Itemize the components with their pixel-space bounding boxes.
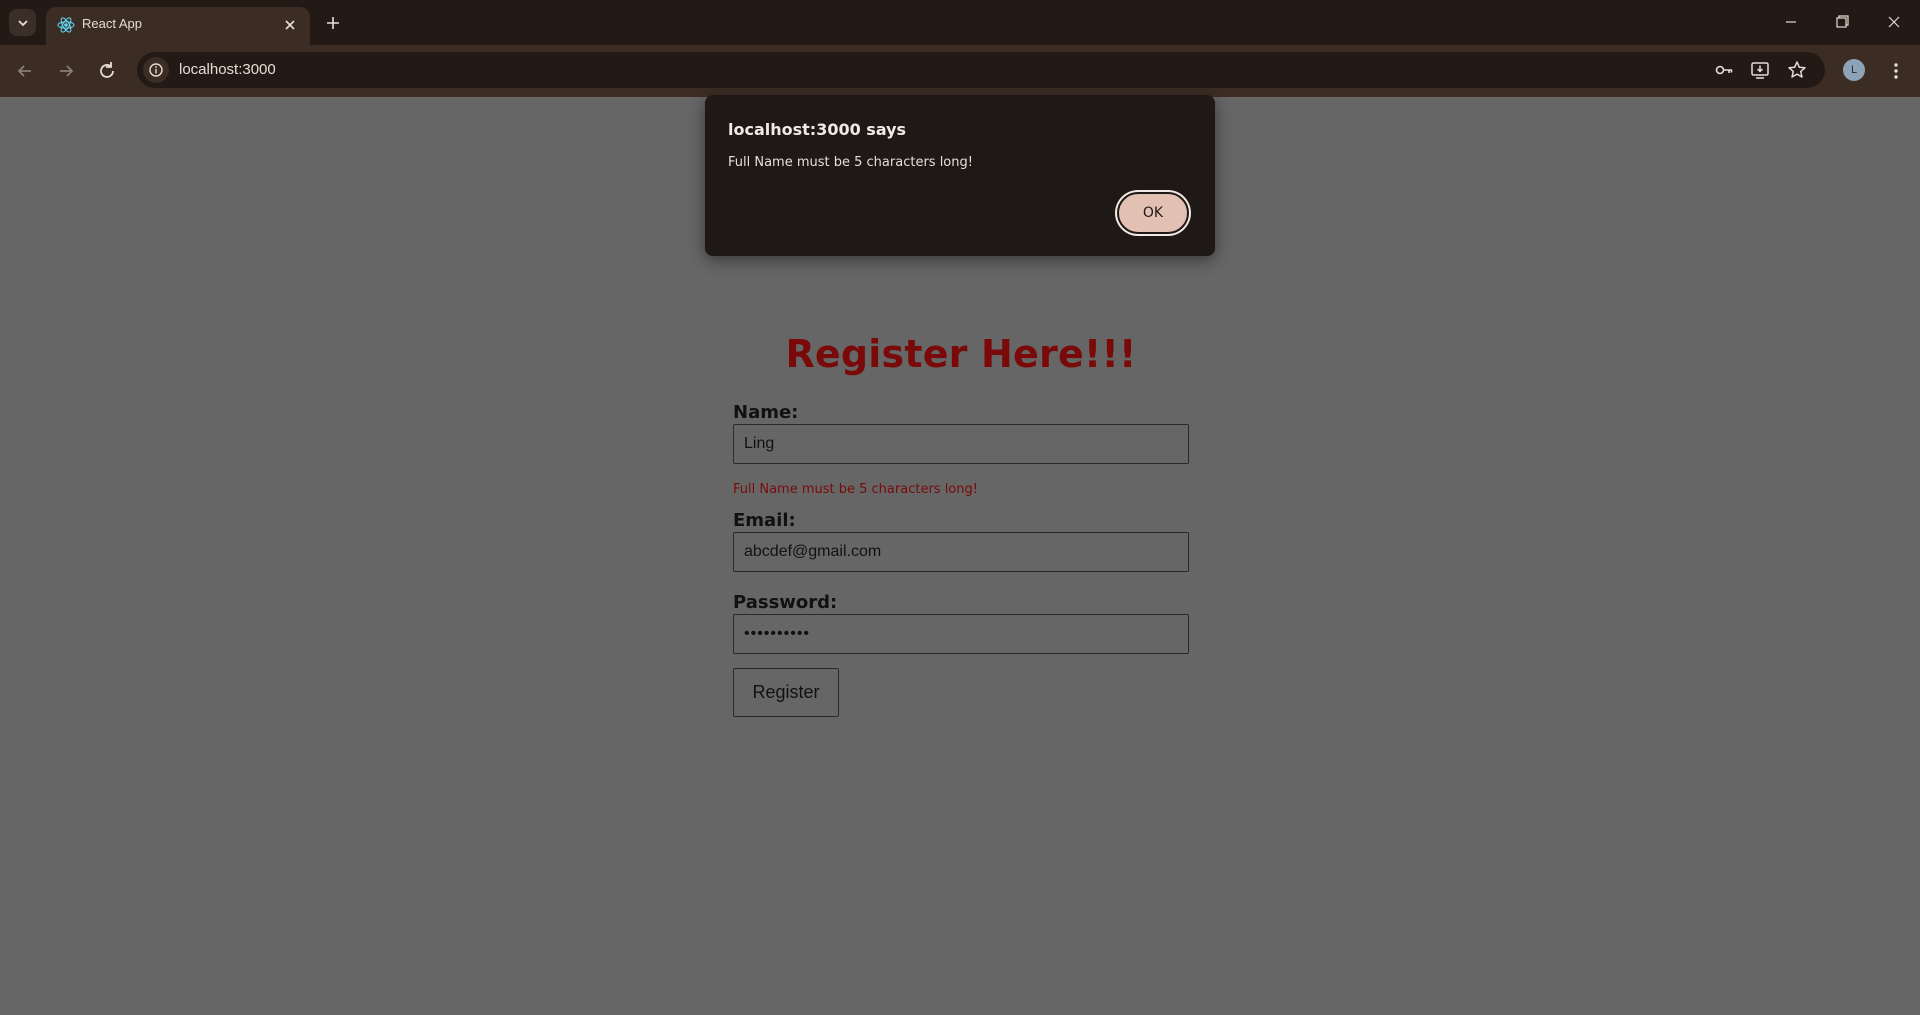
site-info-button[interactable]: [143, 57, 169, 83]
email-label: Email:: [733, 510, 796, 531]
dialog-title: localhost:3000 says: [728, 120, 907, 139]
page-title: Register Here!!!: [785, 332, 1137, 376]
arrow-left-icon[interactable]: [11, 57, 39, 85]
password-input[interactable]: [733, 614, 1189, 654]
password-label: Password:: [733, 592, 838, 613]
minimize-icon[interactable]: [1776, 8, 1806, 36]
arrow-right-icon[interactable]: [52, 57, 80, 85]
chevron-down-icon: [17, 19, 28, 26]
reload-icon[interactable]: [93, 57, 121, 85]
close-icon[interactable]: [280, 15, 300, 35]
name-error-message: Full Name must be 5 characters long!: [733, 482, 978, 497]
url-text[interactable]: localhost:3000: [179, 61, 276, 78]
tab-title: React App: [82, 16, 142, 31]
browser-toolbar: localhost:3000 L: [0, 45, 1920, 97]
star-icon[interactable]: [1786, 59, 1808, 81]
alert-dialog: localhost:3000 says Full Name must be 5 …: [705, 95, 1215, 256]
browser-tab[interactable]: React App: [46, 7, 310, 45]
key-icon[interactable]: [1713, 59, 1735, 81]
dialog-message: Full Name must be 5 characters long!: [728, 155, 973, 170]
plus-icon[interactable]: [320, 10, 346, 36]
install-app-icon[interactable]: [1749, 59, 1771, 81]
tab-strip: React App: [0, 0, 1920, 45]
tab-search-button[interactable]: [9, 9, 36, 36]
profile-avatar[interactable]: L: [1843, 59, 1865, 81]
address-bar[interactable]: localhost:3000: [137, 52, 1825, 88]
ok-button[interactable]: OK: [1117, 192, 1189, 234]
info-icon: [149, 63, 163, 77]
restore-icon[interactable]: [1827, 8, 1857, 36]
email-input[interactable]: [733, 532, 1189, 572]
react-logo-icon: [57, 17, 75, 33]
name-input[interactable]: [733, 424, 1189, 464]
window-close-icon[interactable]: [1879, 8, 1909, 36]
name-label: Name:: [733, 402, 799, 423]
register-button[interactable]: Register: [733, 668, 839, 717]
kebab-menu-icon[interactable]: [1884, 57, 1908, 85]
